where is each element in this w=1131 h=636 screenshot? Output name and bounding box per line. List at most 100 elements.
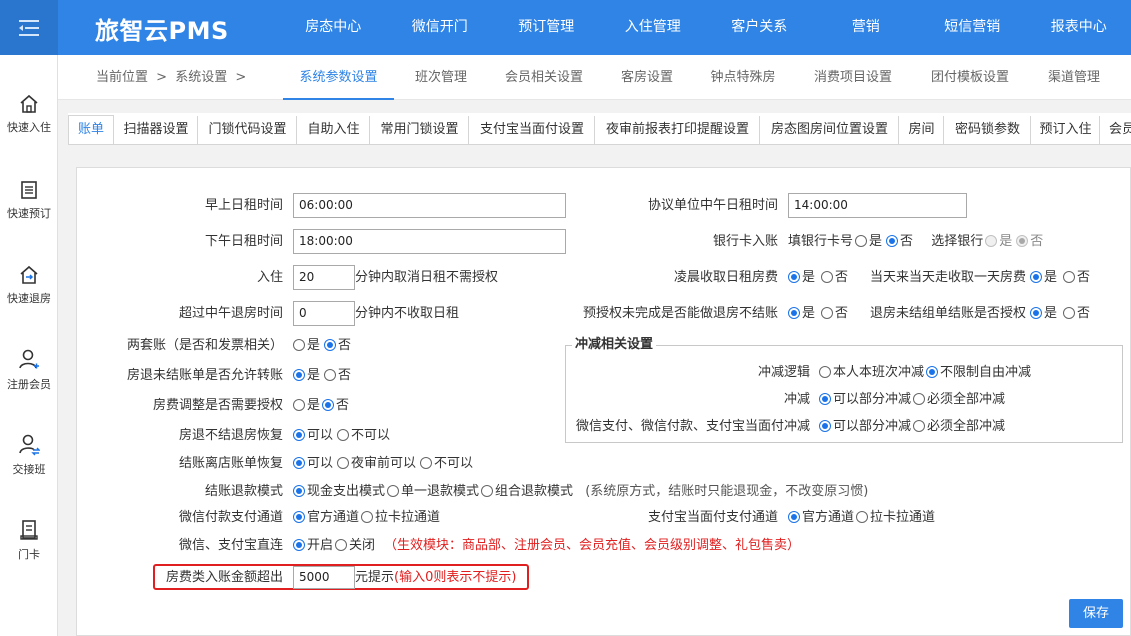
wechat-channel-official-radio[interactable] <box>293 511 305 523</box>
room-fee-adjust-no-radio[interactable] <box>322 399 335 411</box>
refund-mode-label: 结账退款模式 <box>204 484 283 499</box>
refund-mode-single-radio[interactable] <box>387 485 400 497</box>
tab-room[interactable]: 房间 <box>900 116 944 144</box>
subnav-consumption-items[interactable]: 消费项目设置 <box>807 55 899 100</box>
bank-card-fill-no-radio[interactable] <box>886 235 899 247</box>
wechat-channel-lakala-radio[interactable] <box>361 511 374 523</box>
topnav-customer[interactable]: 客户关系 <box>706 0 813 55</box>
offset-partial-radio[interactable] <box>819 393 831 405</box>
preauth-no-radio[interactable] <box>821 307 834 319</box>
sidebar-item-quick-booking[interactable]: 快速预订 <box>0 179 58 221</box>
alipay-channel-options: 官方通道 拉卡拉通道 <box>786 509 935 527</box>
morning-rent-input[interactable]: 06:00:00 <box>293 193 566 218</box>
bank-choose-yes-radio[interactable] <box>985 235 998 247</box>
same-day-fee-yes-radio[interactable] <box>1030 271 1042 283</box>
tab-booking-checkin[interactable]: 预订入住 <box>1032 116 1100 144</box>
restore-departed-no-radio[interactable] <box>420 457 433 469</box>
menu-toggle-button[interactable] <box>0 0 58 55</box>
sidebar-item-room-card[interactable]: 门卡 <box>0 518 58 562</box>
bank-choose-no-radio[interactable] <box>1016 235 1029 247</box>
subnav-hourly-rooms[interactable]: 钟点特殊房 <box>704 55 782 100</box>
restore-unsettled-yes-radio[interactable] <box>293 429 305 441</box>
sidebar-item-shift-handover[interactable]: 交接班 <box>0 433 58 477</box>
subnav-channel-management[interactable]: 渠道管理 <box>1039 55 1109 100</box>
tab-bill[interactable]: 账单 <box>68 115 114 144</box>
add-user-icon <box>19 349 39 369</box>
room-fee-alert-label: 房费类入账金额超出 <box>165 570 283 585</box>
breadcrumb-system-settings[interactable]: 系统设置 <box>175 70 227 85</box>
early-morning-fee-no-radio[interactable] <box>821 271 834 283</box>
room-fee-adjust-yes-radio[interactable] <box>293 399 305 411</box>
group-checkout-no-radio[interactable] <box>1063 307 1076 319</box>
sidebar-item-register-member[interactable]: 注册会员 <box>0 348 58 392</box>
offset-logic-options: 本人本班次冲减 不限制自由冲减 <box>817 364 1031 382</box>
restore-unsettled-no-radio[interactable] <box>337 429 350 441</box>
noon-checkout-minutes-input[interactable]: 0 <box>293 301 355 326</box>
room-fee-adjust-options: 是否 <box>291 397 349 415</box>
alipay-channel-official-radio[interactable] <box>788 511 800 523</box>
offset-full-radio[interactable] <box>913 393 926 405</box>
alipay-channel-lakala-radio[interactable] <box>856 511 869 523</box>
direct-pay-off-radio[interactable] <box>335 539 348 551</box>
tab-member[interactable]: 会员 <box>1101 116 1131 144</box>
preauth-yes-radio[interactable] <box>788 307 800 319</box>
same-day-fee-label: 当天来当天走收取一天房费 <box>869 270 1026 285</box>
transfer-unsettled-yes-radio[interactable] <box>293 369 305 381</box>
room-fee-alert-suffix: 元提示(输入0则表示不提示) <box>355 570 517 585</box>
tab-room-map-position[interactable]: 房态图房间位置设置 <box>761 116 899 144</box>
topnav-sms[interactable]: 短信营销 <box>919 0 1026 55</box>
restore-departed-yes-radio[interactable] <box>293 457 305 469</box>
tab-lock-code[interactable]: 门锁代码设置 <box>199 116 297 144</box>
tab-scanner[interactable]: 扫描器设置 <box>115 116 198 144</box>
tab-night-audit-print[interactable]: 夜审前报表打印提醒设置 <box>596 116 760 144</box>
save-button[interactable]: 保存 <box>1069 599 1123 628</box>
preauth-label: 预授权未完成是否能做退房不结账 <box>582 306 778 321</box>
subnav-group-templates[interactable]: 团付模板设置 <box>924 55 1016 100</box>
topnav-wechat-door[interactable]: 微信开门 <box>387 0 494 55</box>
same-day-fee-no-radio[interactable] <box>1063 271 1076 283</box>
sidebar-label: 门卡 <box>18 548 40 561</box>
two-accounts-yes-radio[interactable] <box>293 339 305 351</box>
agreement-noon-rent-input[interactable]: 14:00:00 <box>788 193 967 218</box>
sidebar-item-quick-checkin[interactable]: 快速入住 <box>0 93 58 135</box>
noon-checkout-label: 超过中午退房时间 <box>178 306 283 321</box>
room-card-icon <box>20 520 38 540</box>
sidebar-item-quick-checkout[interactable]: 快速退房 <box>0 264 58 306</box>
two-accounts-no-radio[interactable] <box>324 339 337 351</box>
offset-logic-self-radio[interactable] <box>819 366 831 378</box>
group-checkout-yes-radio[interactable] <box>1030 307 1042 319</box>
room-fee-adjust-label: 房费调整是否需要授权 <box>152 398 283 413</box>
menu-icon <box>19 19 39 36</box>
pay-offset-partial-radio[interactable] <box>819 420 831 432</box>
topnav-booking[interactable]: 预订管理 <box>493 0 600 55</box>
early-morning-fee-yes-radio[interactable] <box>788 271 800 283</box>
subnav-shift-management[interactable]: 班次管理 <box>408 55 474 100</box>
subnav-member-settings[interactable]: 会员相关设置 <box>498 55 590 100</box>
refund-mode-combined-radio[interactable] <box>481 485 494 497</box>
afternoon-rent-input[interactable]: 18:00:00 <box>293 229 566 254</box>
topnav-reports[interactable]: 报表中心 <box>1026 0 1131 55</box>
topnav-room-status[interactable]: 房态中心 <box>280 0 387 55</box>
tab-alipay-f2f[interactable]: 支付宝当面付设置 <box>470 116 595 144</box>
direct-pay-on-radio[interactable] <box>293 539 305 551</box>
room-fee-alert-input[interactable]: 5000 <box>293 566 355 589</box>
refund-mode-cash-radio[interactable] <box>293 485 305 497</box>
pay-offset-label: 微信支付、微信付款、支付宝当面付冲减 <box>575 419 810 434</box>
refund-mode-note: (系统原方式，结账时只能退现金，不改变原习惯) <box>585 484 869 499</box>
home-icon <box>20 94 38 113</box>
transfer-unsettled-no-radio[interactable] <box>324 369 337 381</box>
topnav-checkin[interactable]: 入住管理 <box>600 0 707 55</box>
tab-common-lock[interactable]: 常用门锁设置 <box>371 116 469 144</box>
topnav-marketing[interactable]: 营销 <box>813 0 920 55</box>
subnav-room-settings[interactable]: 客房设置 <box>614 55 680 100</box>
checkin-minutes-input[interactable]: 20 <box>293 265 355 290</box>
restore-departed-before-audit-radio[interactable] <box>337 457 350 469</box>
sidebar-label: 注册会员 <box>7 378 51 391</box>
subnav-system-params[interactable]: 系统参数设置 <box>283 55 394 100</box>
top-nav: 房态中心 微信开门 预订管理 入住管理 客户关系 营销 短信营销 报表中心 <box>280 0 1131 55</box>
tab-self-checkin[interactable]: 自助入住 <box>298 116 370 144</box>
bank-card-fill-yes-radio[interactable] <box>855 235 868 247</box>
offset-logic-free-radio[interactable] <box>926 366 939 378</box>
tab-password-lock[interactable]: 密码锁参数 <box>945 116 1031 144</box>
pay-offset-full-radio[interactable] <box>913 420 926 432</box>
